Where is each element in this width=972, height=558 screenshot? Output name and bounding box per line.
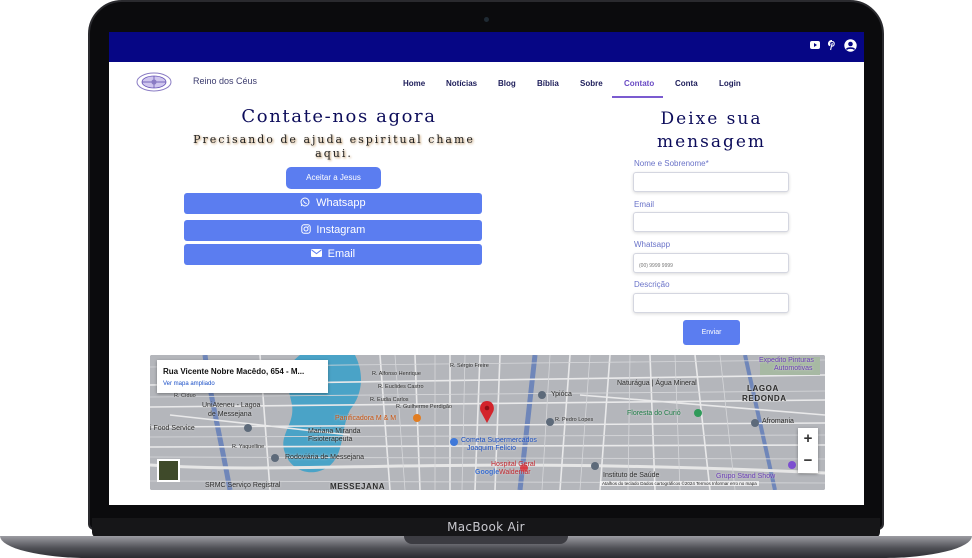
area-lagoa-redonda-line-2: REDONDA — [742, 394, 787, 403]
poi-expedito-pinturas[interactable]: Expedito Pinturas — [759, 357, 814, 364]
poi-food-service[interactable]: i Food Service — [150, 425, 195, 432]
poi-srmc[interactable]: SRMC Serviço Registral — [205, 482, 280, 489]
email-field[interactable] — [633, 212, 789, 234]
whatsapp-label: Whatsapp — [634, 240, 671, 249]
submit-button[interactable]: Enviar — [683, 320, 740, 345]
street-label: R. Yaquelline — [232, 444, 265, 450]
poi-rodoviaria[interactable]: Rodoviária de Messejana — [285, 454, 364, 461]
email-label: Email — [634, 200, 655, 209]
brand-name[interactable]: Reino dos Céus — [193, 76, 257, 86]
nav-item-contato[interactable]: Contato — [624, 79, 654, 88]
poi-panificadora[interactable]: Panificadora M & M — [335, 415, 396, 422]
pinterest-icon[interactable] — [827, 39, 836, 55]
contact-subtitle: Precisando de ajuda espiritual chame aqu… — [189, 133, 479, 161]
zoom-in-button[interactable]: + — [798, 428, 818, 450]
nav-item-noticias[interactable]: Notícias — [446, 79, 477, 88]
top-bar — [109, 32, 864, 62]
nav-item-home[interactable]: Home — [403, 79, 425, 88]
whatsapp-input[interactable] — [634, 257, 788, 275]
whatsapp-field[interactable] — [633, 253, 789, 275]
form-title-line-2: mensagem — [656, 132, 767, 152]
form-title: Deixe sua mensagem — [629, 108, 794, 154]
nav-item-sobre[interactable]: Sobre — [580, 79, 603, 88]
youtube-icon[interactable] — [810, 41, 820, 53]
description-label: Descrição — [634, 280, 670, 289]
poi-afromania[interactable]: Afromania — [762, 418, 794, 425]
whatsapp-button-label: Whatsapp — [316, 197, 366, 209]
street-label: R. Alfonso Henrique — [372, 371, 421, 377]
laptop-chin: MacBook Air — [92, 518, 880, 538]
contact-subtitle-line-1: Precisando de ajuda espiritual chame — [193, 133, 475, 146]
street-label: R. Pedro Lopes — [555, 417, 594, 423]
envelope-icon — [310, 249, 325, 260]
email-input[interactable] — [634, 216, 788, 234]
map-zoom-control: + − — [798, 428, 818, 473]
poi-floresta-do-curio[interactable]: Floresta do Curió — [627, 410, 681, 417]
main-navigation: Reino dos Céus Home Notícias Blog Bíblia… — [109, 62, 864, 100]
site-logo[interactable] — [136, 71, 172, 93]
instagram-icon — [300, 224, 314, 236]
description-field[interactable] — [633, 293, 789, 315]
zoom-out-button[interactable]: − — [798, 450, 818, 472]
embedded-map[interactable]: Rua Vicente Nobre Macêdo, 654 - M... Ver… — [150, 355, 825, 490]
poi-uniateneu[interactable]: UniAteneu - Lagoa — [202, 402, 260, 409]
screen: Reino dos Céus Home Notícias Blog Bíblia… — [109, 32, 864, 505]
whatsapp-icon — [300, 197, 313, 209]
laptop-notch — [404, 536, 568, 544]
street-label: R. Sérgio Freire — [450, 363, 489, 369]
nav-item-blog[interactable]: Blog — [498, 79, 516, 88]
area-messejana: MESSEJANA — [330, 482, 386, 490]
map-address-card: Rua Vicente Nobre Macêdo, 654 - M... Ver… — [157, 360, 328, 393]
active-nav-indicator — [612, 96, 663, 98]
map-address: Rua Vicente Nobre Macêdo, 654 - M... — [163, 367, 305, 376]
street-label: R. Eudia Carlos — [370, 397, 409, 403]
poi-hospital-geral[interactable]: Hospital Geral — [491, 461, 535, 468]
device-label: MacBook Air — [447, 520, 525, 534]
poi-hospital-geral-line-2: Waldemar — [499, 469, 531, 476]
email-button[interactable]: Email — [184, 244, 482, 265]
poi-instituto-de-saude[interactable]: Instituto de Saúde — [603, 472, 659, 479]
poi-cometa-supermercados[interactable]: Cometa Supermercados — [461, 437, 537, 444]
user-account-icon[interactable] — [844, 39, 857, 56]
nav-item-biblia[interactable]: Bíblia — [537, 79, 559, 88]
description-input[interactable] — [634, 297, 788, 315]
name-label: Nome e Sobrenome* — [634, 159, 709, 168]
street-label: R. Guilherme Perdigão — [396, 404, 452, 410]
webcam — [484, 17, 489, 22]
laptop-frame: MacBook Air Reino dos Céus Home Notícias… — [0, 0, 972, 558]
map-attribution: Atalhos do teclado Dados cartográficos ©… — [600, 481, 759, 486]
poi-naturagua[interactable]: Naturágua | Água Mineral — [617, 380, 697, 387]
contact-subtitle-line-2: aqui. — [315, 147, 353, 160]
name-input[interactable] — [634, 176, 788, 194]
form-title-line-1: Deixe sua — [660, 109, 763, 129]
nav-item-login[interactable]: Login — [719, 79, 741, 88]
poi-uniateneu-line-2: de Messejana — [208, 411, 252, 418]
google-logo: Google — [475, 469, 500, 476]
area-lagoa-redonda: LAGOA — [747, 384, 779, 393]
name-field[interactable] — [633, 172, 789, 194]
contact-title: Contate-nos agora — [241, 106, 437, 127]
poi-ypioca[interactable]: Ypióca — [551, 391, 572, 398]
map-expand-link[interactable]: Ver mapa ampliado — [163, 381, 215, 387]
street-label: R. Cíduo — [174, 393, 196, 399]
poi-grupo-stand-show[interactable]: Grupo Stand Show — [716, 473, 775, 480]
poi-mariana-miranda[interactable]: Mariana Miranda — [308, 428, 361, 435]
instagram-button-label: Instagram — [316, 224, 366, 236]
satellite-toggle-thumbnail[interactable] — [157, 459, 180, 482]
whatsapp-button[interactable]: Whatsapp — [184, 193, 482, 214]
poi-cometa-supermercados-line-2: Joaquim Felício — [467, 445, 517, 452]
street-label: R. Euclides Castro — [378, 384, 424, 390]
accept-jesus-button[interactable]: Aceitar a Jesus — [286, 167, 381, 189]
instagram-button[interactable]: Instagram — [184, 220, 482, 241]
nav-item-conta[interactable]: Conta — [675, 79, 698, 88]
poi-mariana-miranda-line-2: Fisioterapeuta — [308, 436, 353, 443]
email-button-label: Email — [327, 248, 356, 260]
poi-expedito-pinturas-line-2: Automotivas — [774, 365, 813, 372]
